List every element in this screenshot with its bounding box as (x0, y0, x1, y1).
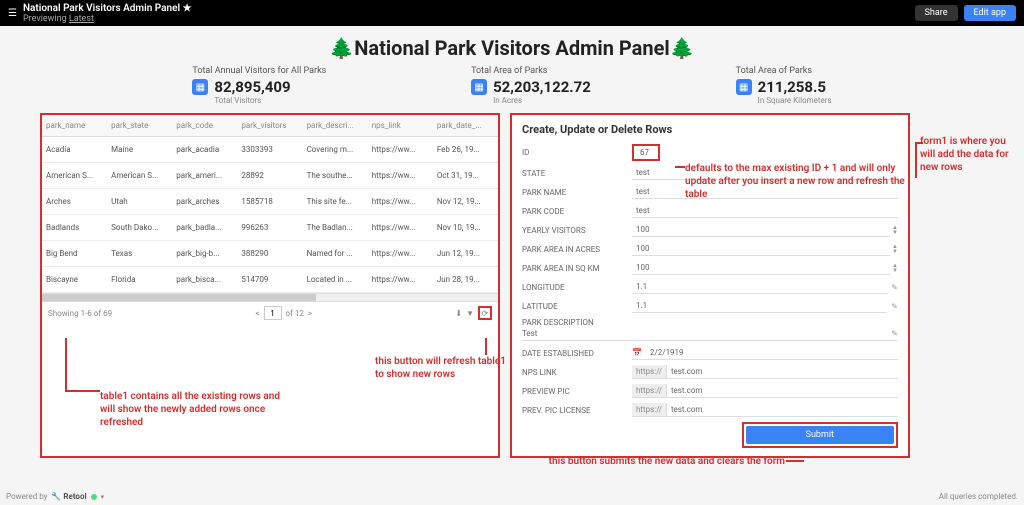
submit-button[interactable]: Submit (746, 426, 894, 444)
anno-table1: table1 contains all the existing rows an… (100, 390, 290, 429)
chevron-down-icon[interactable]: ▾ (101, 493, 105, 501)
next-page[interactable]: > (308, 309, 312, 318)
preview-field[interactable] (667, 384, 898, 397)
preview-link[interactable]: Latest (69, 14, 94, 24)
page-input[interactable] (264, 306, 282, 320)
metric-icon: ▦ (471, 79, 487, 95)
column-header[interactable]: park_name (42, 115, 107, 136)
anno-id: defaults to the max existing ID + 1 and … (685, 162, 905, 201)
metric-icon: ▦ (192, 79, 208, 95)
sqkm-field[interactable] (632, 261, 890, 275)
acres-field[interactable] (632, 242, 890, 256)
download-icon[interactable]: ⬇ (455, 309, 462, 318)
h-scrollbar[interactable] (42, 293, 498, 301)
footer: Powered by 🔧 Retool ▾ (6, 492, 104, 501)
lat-field[interactable] (632, 299, 887, 313)
topbar: ☰ National Park Visitors Admin Panel ★ P… (0, 0, 1024, 26)
table-row[interactable]: BadlandsSouth Dako...park_badla...996263… (42, 215, 498, 241)
metrics-row: Total Annual Visitors for All Parks▦82,8… (0, 66, 1024, 113)
table-row[interactable]: AcadiaMainepark_acadia3303393Covering m.… (42, 137, 498, 163)
star-icon[interactable]: ★ (183, 3, 192, 14)
filter-icon[interactable]: ▼ (466, 309, 474, 318)
column-header[interactable]: park_code (172, 115, 237, 136)
column-header[interactable]: park_descri... (303, 115, 368, 136)
refresh-button[interactable]: ⟳ (478, 306, 492, 320)
park-code-field[interactable] (632, 204, 898, 218)
table-row[interactable]: Big BendTexaspark_big-b...388290Named fo… (42, 241, 498, 267)
anno-form1: form1 is where you will add the data for… (920, 135, 1015, 174)
column-header[interactable]: nps_link (368, 115, 433, 136)
pencil-icon[interactable]: ✎ (891, 283, 898, 292)
calendar-icon[interactable]: 📅 (632, 348, 642, 357)
nps-field[interactable] (667, 365, 898, 378)
total-pages: of 12 (286, 309, 304, 318)
menu-icon[interactable]: ☰ (8, 8, 17, 19)
queries-status: All queries completed. (939, 492, 1018, 501)
license-field[interactable] (667, 403, 898, 416)
date-field[interactable] (646, 346, 898, 359)
id-field[interactable] (636, 146, 656, 159)
column-header[interactable]: park_visitors (237, 115, 302, 136)
table-row[interactable]: BiscayneFloridapark_bisca...514709Locate… (42, 267, 498, 293)
form-title: Create, Update or Delete Rows (522, 123, 898, 136)
desc-field[interactable]: Test (522, 329, 537, 338)
status-dot (91, 494, 97, 500)
table-range: Showing 1-6 of 69 (48, 309, 112, 318)
page-title: 🌲National Park Visitors Admin Panel🌲 (0, 26, 1024, 66)
yearly-field[interactable] (632, 223, 890, 237)
stepper[interactable]: ▲▼ (892, 225, 898, 235)
edit-app-button[interactable]: Edit app (964, 5, 1016, 21)
retool-brand: 🔧 Retool (51, 492, 86, 501)
lon-field[interactable] (632, 280, 887, 294)
prev-page[interactable]: < (255, 309, 259, 318)
column-header[interactable]: park_date_... (433, 115, 498, 136)
app-title: National Park Visitors Admin Panel (23, 3, 180, 14)
table-row[interactable]: ArchesUtahpark_arches1585718This site fe… (42, 189, 498, 215)
column-header[interactable]: park_state (107, 115, 172, 136)
anno-submit: this button submits the new data and cle… (425, 455, 785, 468)
anno-refresh: this button will refresh table1 to show … (375, 355, 515, 381)
table-row[interactable]: American S...American S...park_ameri...2… (42, 163, 498, 189)
metric-icon: ▦ (736, 79, 752, 95)
share-button[interactable]: Share (915, 5, 958, 21)
